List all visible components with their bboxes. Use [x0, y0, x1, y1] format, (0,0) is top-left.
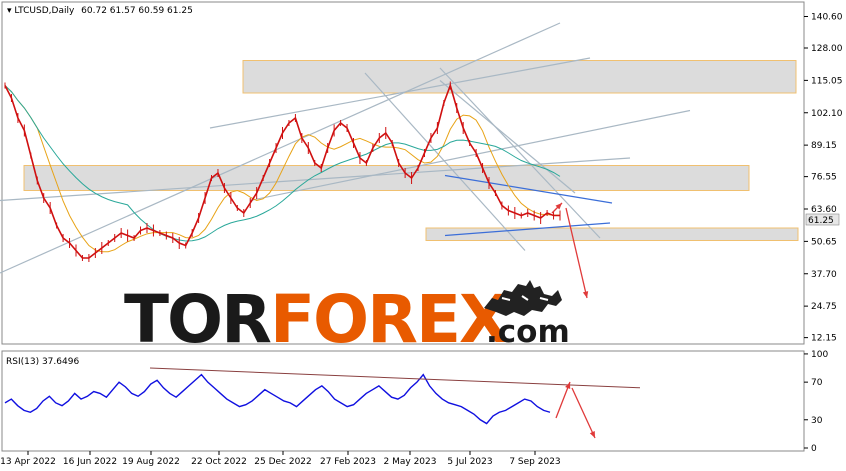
y-tick-label: 89.15: [811, 141, 837, 151]
rsi-tick-label: 0: [811, 444, 817, 454]
rsi-tick-label: 30: [811, 416, 823, 426]
ohlc-values: 60.72 61.57 60.59 61.25: [81, 6, 193, 16]
x-tick-label: 22 Oct 2022: [191, 457, 247, 467]
chart-canvas: 140.60 128.00 115.05 102.10 89.15 76.55 63.60 5…: [0, 0, 846, 471]
price-zone: [425, 227, 799, 241]
symbol-label: LTCUSD,Daily: [14, 6, 75, 16]
y-tick-label: 24.75: [811, 302, 837, 312]
x-tick-label: 25 Dec 2022: [254, 457, 312, 467]
x-tick-label: 27 Feb 2023: [320, 457, 376, 467]
header-icon: ▾: [7, 6, 14, 16]
rsi-tick-label: 100: [811, 350, 828, 360]
x-tick-label: 13 Apr 2022: [0, 457, 56, 467]
y-tick-label: 37.70: [811, 270, 837, 280]
torforex-logo: TORFOREX .com: [124, 280, 570, 358]
chart-symbol-header: ▾ LTCUSD,Daily 60.72 61.57 60.59 61.25: [7, 6, 193, 16]
x-tick-label: 7 Sep 2023: [509, 457, 560, 467]
y-tick-label: 128.00: [811, 44, 843, 54]
rsi-tick-label: 70: [811, 378, 823, 388]
logo-text-com: .com: [486, 314, 570, 350]
y-tick-label: 50.65: [811, 237, 837, 247]
svg-text:TORFOREX: TORFOREX: [124, 281, 509, 358]
logo-text-tor: TOR: [124, 281, 271, 358]
price-zone: [242, 60, 797, 94]
rsi-header: RSI(13) 37.6496: [6, 357, 79, 367]
y-tick-label: 12.15: [811, 334, 837, 344]
logo-text-forex: FOREX: [270, 281, 509, 358]
x-tick-label: 19 Aug 2022: [122, 457, 180, 467]
x-tick-label: 5 Jul 2023: [447, 457, 492, 467]
y-tick-label: 76.55: [811, 173, 837, 183]
x-tick-label: 16 Jun 2022: [63, 457, 117, 467]
y-tick-label: 115.05: [811, 76, 843, 86]
price-zone: [23, 165, 750, 191]
x-tick-label: 2 May 2023: [384, 457, 437, 467]
y-tick-label: 63.60: [811, 205, 837, 215]
last-price-value: 61.25: [808, 216, 834, 226]
y-tick-label: 140.60: [811, 13, 843, 23]
y-tick-label: 102.10: [811, 109, 843, 119]
